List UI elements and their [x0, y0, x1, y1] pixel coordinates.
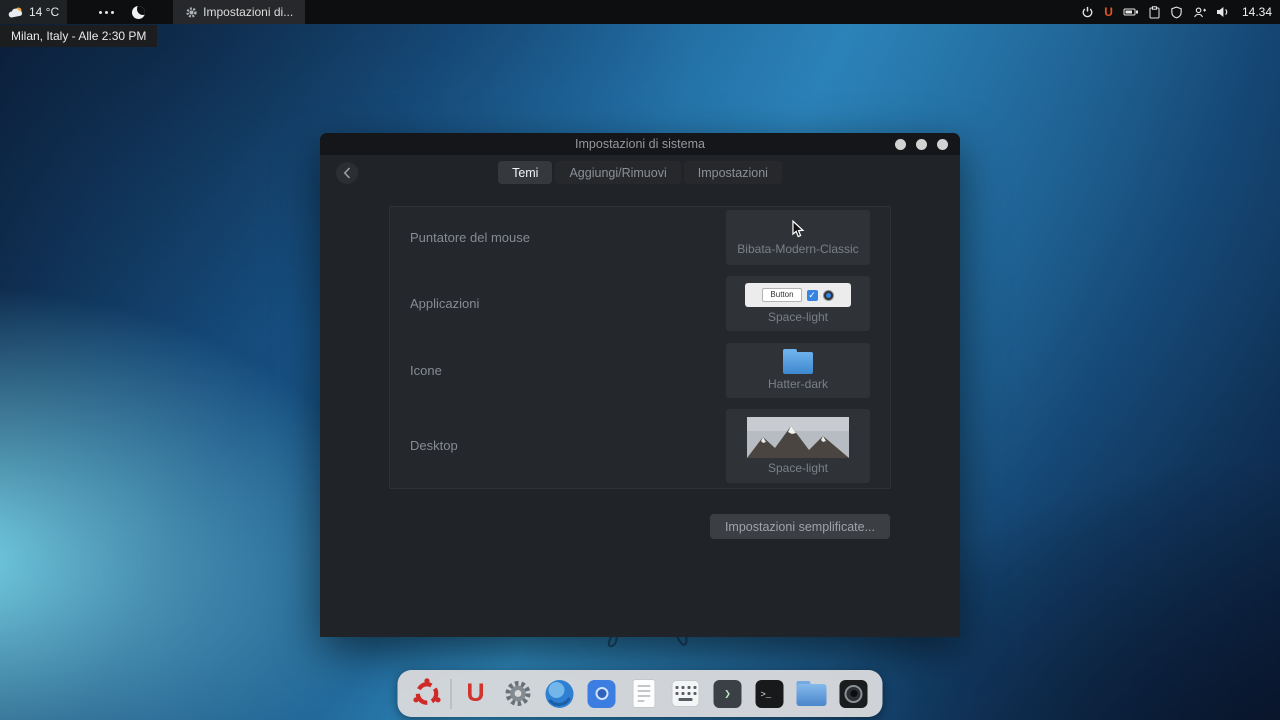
cursor-arrow-icon: [791, 220, 805, 239]
top-panel: 14 °C Impostazioni di... U: [0, 0, 1280, 24]
weather-temp: 14 °C: [29, 5, 59, 19]
clock[interactable]: 14.34: [1242, 5, 1272, 19]
dock-unity-u-icon[interactable]: U: [458, 676, 494, 712]
tab-aggiungi-rimuovi[interactable]: Aggiungi/Rimuovi: [555, 161, 680, 184]
window-close-button[interactable]: [937, 139, 948, 150]
window-minimize-button[interactable]: [895, 139, 906, 150]
preview-radio-icon: [823, 290, 834, 301]
window-titlebar[interactable]: Impostazioni di sistema: [320, 133, 960, 155]
dock-web-browser-icon[interactable]: [542, 676, 578, 712]
weather-tooltip: Milan, Italy - Alle 2:30 PM: [0, 25, 157, 47]
dock: U: [398, 670, 883, 717]
desktop-wallpaper-tile[interactable]: Space-light: [726, 409, 870, 483]
dock-settings-gear-icon[interactable]: [500, 676, 536, 712]
themes-panel: Puntatore del mouse Bibata-Modern-Classi…: [389, 206, 891, 489]
back-button[interactable]: [336, 162, 358, 184]
tab-bar: Temi Aggiungi/Rimuovi Impostazioni: [320, 161, 960, 184]
icon-theme-name: Hatter-dark: [768, 377, 828, 391]
power-icon[interactable]: [1081, 6, 1094, 19]
vpn-shield-icon[interactable]: [1170, 6, 1183, 19]
application-theme-tile[interactable]: Button ✓ Space-light: [726, 276, 870, 331]
folder-icon: [783, 349, 813, 374]
dock-keyboard-icon[interactable]: [668, 676, 704, 712]
chevron-left-icon: [343, 167, 351, 179]
row-label-applications: Applicazioni: [410, 296, 479, 311]
row-label-cursor: Puntatore del mouse: [410, 230, 530, 245]
setting-row-cursor: Puntatore del mouse Bibata-Modern-Classi…: [410, 210, 870, 265]
dot-icon: [99, 11, 102, 14]
settings-app-icon: [185, 6, 198, 19]
simplified-settings-button[interactable]: Impostazioni semplificate...: [710, 514, 890, 539]
tab-impostazioni[interactable]: Impostazioni: [684, 161, 782, 184]
battery-icon[interactable]: [1123, 6, 1139, 18]
cursor-theme-name: Bibata-Modern-Classic: [737, 242, 858, 256]
setting-row-icons: Icone Hatter-dark: [410, 343, 870, 398]
top-panel-left: 14 °C Impostazioni di...: [0, 0, 305, 24]
weather-applet[interactable]: 14 °C: [0, 0, 67, 24]
preview-checkbox-icon: ✓: [807, 290, 818, 301]
window-controls: [895, 133, 948, 155]
desktop: 14 °C Impostazioni di... U: [0, 0, 1280, 720]
night-light-button[interactable]: [124, 0, 153, 24]
unity-indicator-icon[interactable]: U: [1104, 5, 1113, 19]
setting-row-desktop: Desktop Space-light: [410, 409, 870, 483]
taskbar-window-label: Impostazioni di...: [203, 5, 293, 19]
dock-software-icon[interactable]: [584, 676, 620, 712]
window-maximize-button[interactable]: [916, 139, 927, 150]
desktop-theme-name: Space-light: [768, 461, 828, 475]
dock-files-folder-icon[interactable]: [794, 676, 830, 712]
tab-temi[interactable]: Temi: [498, 161, 552, 184]
dock-text-editor-icon[interactable]: [626, 676, 662, 712]
user-switch-icon[interactable]: [1193, 6, 1206, 19]
application-theme-name: Space-light: [768, 310, 828, 324]
icon-theme-tile[interactable]: Hatter-dark: [726, 343, 870, 398]
dock-console-icon[interactable]: ❯: [710, 676, 746, 712]
preview-button: Button: [762, 288, 801, 302]
window-toolbar: Temi Aggiungi/Rimuovi Impostazioni: [320, 161, 960, 187]
cursor-theme-tile[interactable]: Bibata-Modern-Classic: [726, 210, 870, 265]
settings-window: Impostazioni di sistema Temi Aggiungi/Ri…: [320, 133, 960, 637]
weather-icon: [8, 6, 24, 19]
dot-icon: [105, 11, 108, 14]
window-title: Impostazioni di sistema: [575, 137, 705, 151]
dock-separator: [451, 679, 452, 709]
taskbar-window-button[interactable]: Impostazioni di...: [173, 0, 305, 24]
row-label-desktop: Desktop: [410, 438, 458, 453]
setting-row-applications: Applicazioni Button ✓ Space-light: [410, 276, 870, 331]
dock-terminal-icon[interactable]: >_: [752, 676, 788, 712]
moon-icon: [132, 6, 145, 19]
widget-preview: Button ✓: [745, 283, 851, 307]
dock-ubuntu-logo-icon[interactable]: [409, 676, 445, 712]
volume-icon[interactable]: [1216, 6, 1230, 18]
clipboard-icon[interactable]: [1149, 6, 1160, 19]
top-panel-right: U 14.34: [1081, 0, 1280, 24]
row-label-icons: Icone: [410, 363, 442, 378]
wallpaper-thumbnail: [747, 417, 849, 458]
dot-icon: [111, 11, 114, 14]
dock-screenshot-tool-icon[interactable]: [836, 676, 872, 712]
panel-overflow-button[interactable]: [91, 0, 122, 24]
